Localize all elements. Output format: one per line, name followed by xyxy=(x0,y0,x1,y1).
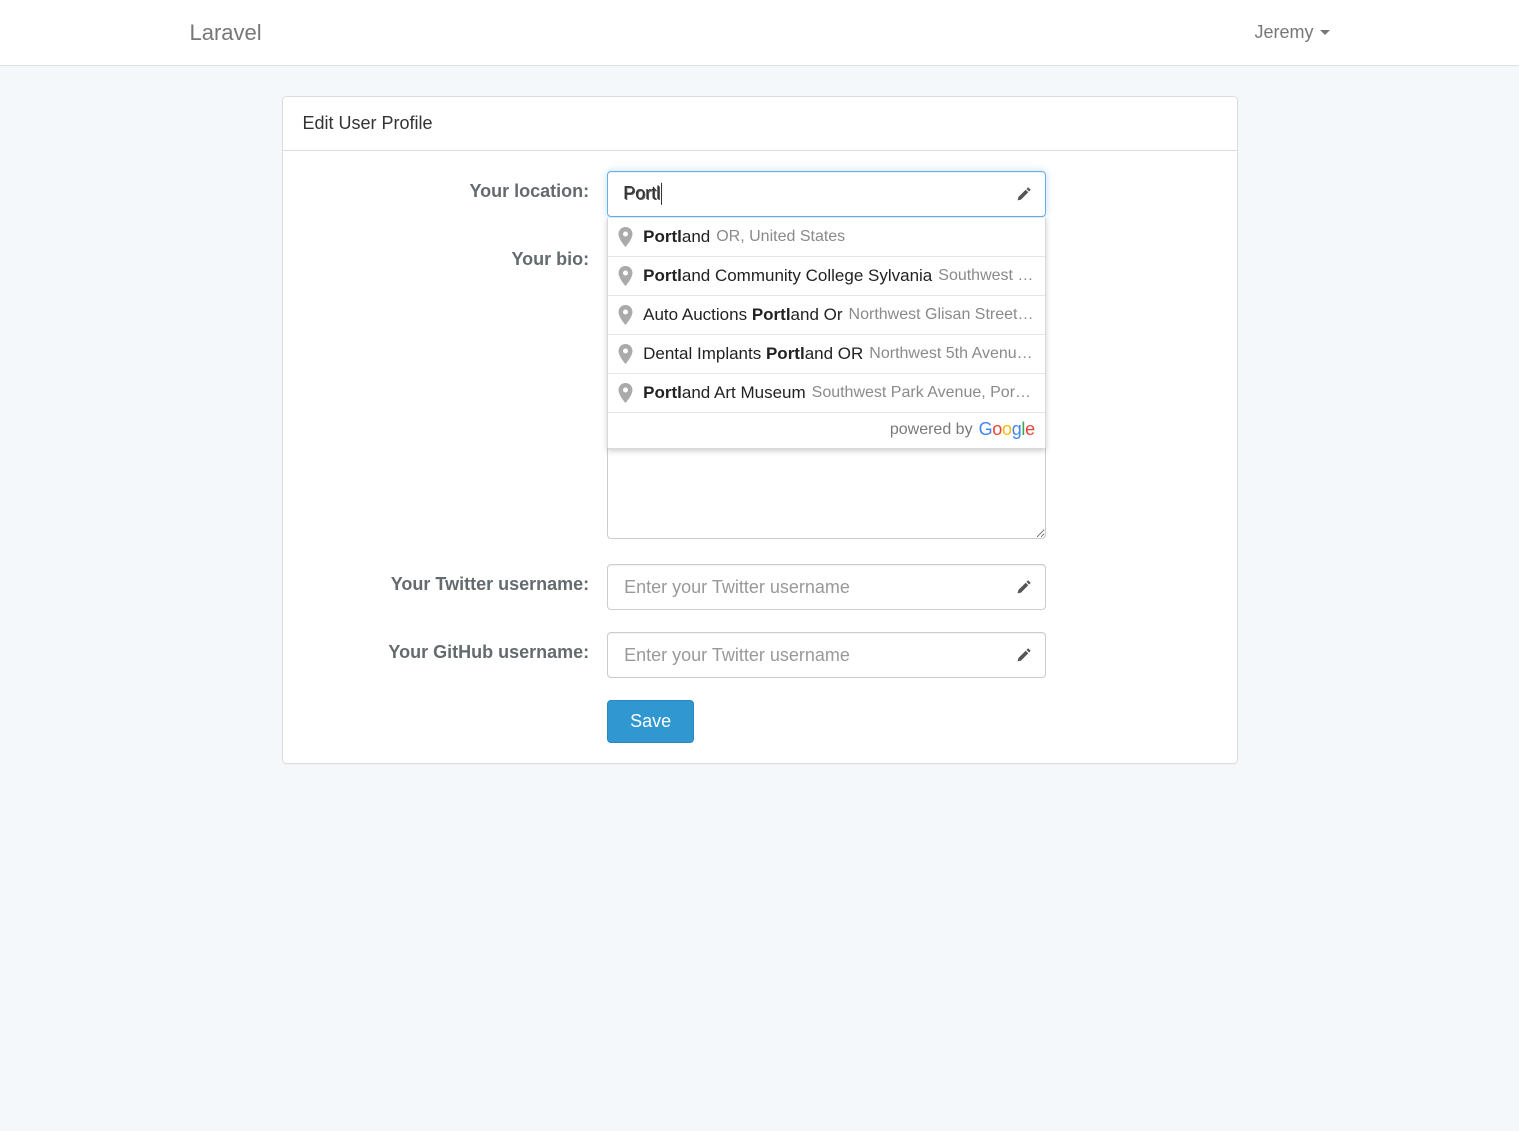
brand-link[interactable]: Laravel xyxy=(190,20,262,46)
twitter-input[interactable] xyxy=(607,564,1046,610)
autocomplete-item[interactable]: Portland Art Museum Southwest Park Avenu… xyxy=(608,373,1045,412)
location-label: Your location: xyxy=(303,171,608,217)
user-menu-toggle[interactable]: Jeremy xyxy=(1254,22,1329,43)
location-input[interactable] xyxy=(607,171,1046,217)
marker-icon xyxy=(618,344,633,364)
autocomplete-item[interactable]: Dental Implants Portland OR Northwest 5t… xyxy=(608,334,1045,373)
autocomplete-dropdown: Portland OR, United States Portland Comm… xyxy=(607,218,1046,449)
autocomplete-item[interactable]: Portland OR, United States xyxy=(608,218,1045,256)
powered-by-text: powered by xyxy=(890,421,973,439)
github-input[interactable] xyxy=(607,632,1046,678)
autocomplete-item[interactable]: Auto Auctions Portland Or Northwest Glis… xyxy=(608,295,1045,334)
navbar: Laravel Jeremy xyxy=(0,0,1519,66)
marker-icon xyxy=(618,383,633,403)
edit-profile-panel: Edit User Profile Your location: Portl xyxy=(282,96,1238,764)
user-name: Jeremy xyxy=(1254,22,1313,43)
google-logo: Google xyxy=(979,419,1035,440)
save-button[interactable]: Save xyxy=(607,700,694,743)
twitter-label: Your Twitter username: xyxy=(303,564,608,610)
marker-icon xyxy=(618,227,633,247)
bio-label: Your bio: xyxy=(303,239,608,542)
marker-icon xyxy=(618,266,633,286)
chevron-down-icon xyxy=(1320,30,1330,35)
panel-title: Edit User Profile xyxy=(283,97,1237,151)
autocomplete-footer: powered by Google xyxy=(608,412,1045,448)
github-label: Your GitHub username: xyxy=(303,632,608,678)
autocomplete-item[interactable]: Portland Community College Sylvania Sout… xyxy=(608,256,1045,295)
marker-icon xyxy=(618,305,633,325)
